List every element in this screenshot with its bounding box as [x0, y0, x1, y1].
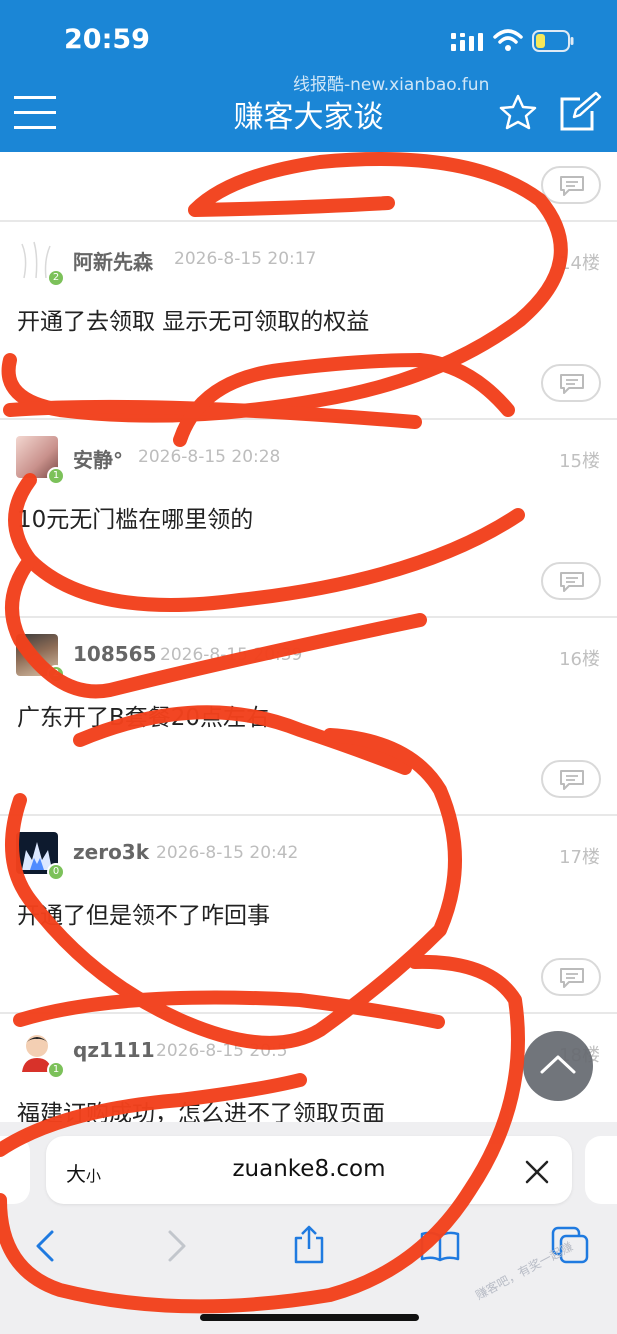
edit-icon[interactable]	[558, 91, 602, 133]
post-item: 1 安静° 2026-8-15 20:28 15楼 10元无门槛在哪里领的	[0, 420, 617, 618]
level-badge: 2	[47, 665, 65, 683]
comment-icon	[560, 968, 584, 988]
bookmarks-icon[interactable]	[420, 1230, 460, 1262]
level-badge: 2	[47, 269, 65, 287]
post-date: 2026-8-15 20:42	[156, 843, 299, 863]
post-floor: 16楼	[559, 649, 600, 670]
reply-button[interactable]	[541, 562, 601, 600]
post-content: 广东开了B套餐20点左右	[17, 705, 270, 731]
post-item: 2 108565 2026-8-15 20:39 16楼 广东开了B套餐20点左…	[0, 618, 617, 816]
comment-icon	[560, 572, 584, 592]
star-icon[interactable]	[499, 94, 537, 130]
close-icon[interactable]	[524, 1159, 550, 1185]
reply-button[interactable]	[541, 364, 601, 402]
page: 20:59 线报酷-new.xianbao.fun 赚客大家谈 2 阿新先森 2…	[0, 0, 617, 1334]
home-indicator	[200, 1314, 419, 1321]
reply-button[interactable]	[541, 760, 601, 798]
post-date: 2026-8-15 20:5	[156, 1041, 288, 1061]
status-bar: 20:59	[0, 0, 617, 76]
next-tab-pill[interactable]	[585, 1136, 617, 1204]
chevron-up-icon	[540, 1055, 576, 1074]
post-floor: 14楼	[559, 253, 600, 274]
post-previous	[0, 152, 617, 222]
post-date: 2026-8-15 20:17	[174, 249, 317, 269]
address-url[interactable]: zuanke8.com	[46, 1156, 572, 1182]
comment-icon	[560, 374, 584, 394]
back-icon[interactable]	[34, 1229, 56, 1263]
post-content: 开通了去领取 显示无可领取的权益	[17, 309, 370, 335]
post-floor: 15楼	[559, 451, 600, 472]
forward-icon[interactable]	[166, 1229, 188, 1263]
level-badge: 1	[47, 1061, 65, 1079]
post-username[interactable]: zero3k	[73, 840, 149, 864]
post-floor: 17楼	[559, 847, 600, 868]
level-badge: 0	[47, 863, 65, 881]
post-date: 2026-8-15 20:39	[160, 645, 303, 665]
post-item: 2 阿新先森 2026-8-15 20:17 14楼 开通了去领取 显示无可领取…	[0, 222, 617, 420]
previous-tab-pill[interactable]	[0, 1136, 30, 1204]
post-username[interactable]: 阿新先森	[73, 246, 153, 275]
post-date: 2026-8-15 20:28	[138, 447, 281, 467]
battery-icon	[532, 30, 574, 52]
post-username[interactable]: 安静°	[73, 444, 123, 473]
scroll-to-top-button[interactable]	[523, 1031, 593, 1101]
post-content: 开通了但是领不了咋回事	[17, 903, 270, 929]
post-item: 0 zero3k 2026-8-15 20:42 17楼 开通了但是领不了咋回事	[0, 816, 617, 1014]
status-time: 20:59	[64, 24, 150, 55]
comment-icon	[560, 176, 584, 196]
post-username[interactable]: 108565	[73, 642, 157, 666]
level-badge: 1	[47, 467, 65, 485]
cellular-signal-icon	[451, 33, 483, 51]
comment-icon	[560, 770, 584, 790]
post-content: 10元无门槛在哪里领的	[17, 507, 254, 533]
post-username[interactable]: qz1111	[73, 1038, 155, 1062]
reply-button[interactable]	[541, 958, 601, 996]
wifi-icon	[493, 29, 523, 51]
reply-button[interactable]	[541, 166, 601, 204]
share-icon[interactable]	[292, 1224, 326, 1264]
